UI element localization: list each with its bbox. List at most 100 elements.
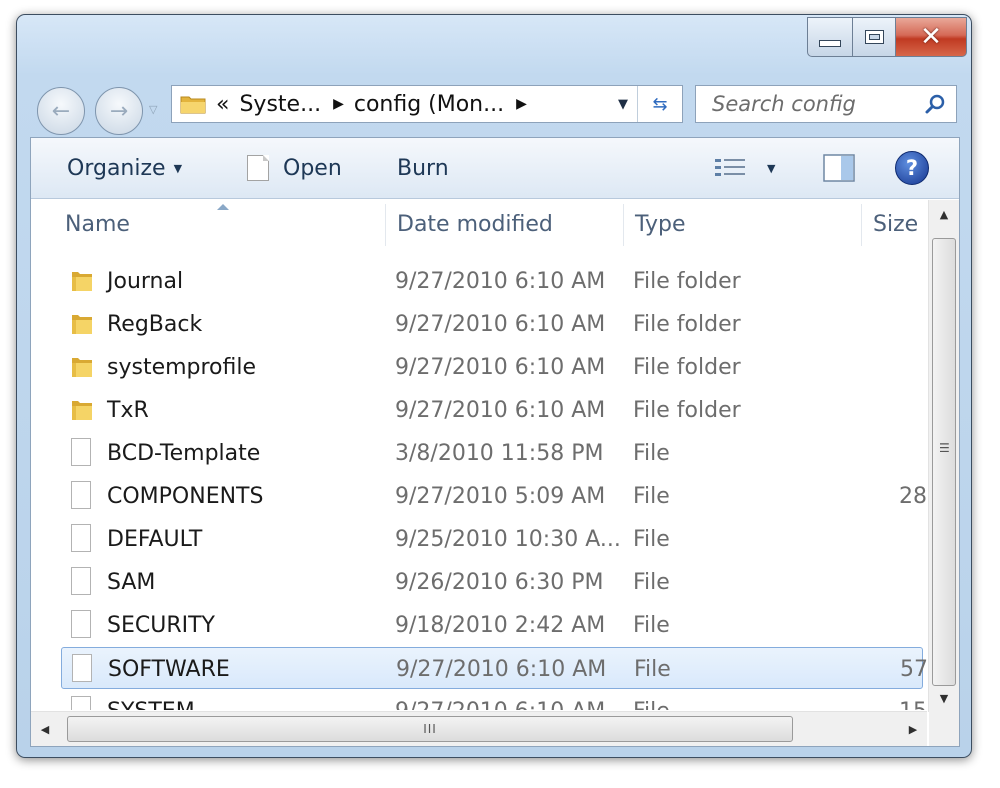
column-size[interactable]: Size: [873, 200, 918, 248]
file-date: 9/27/2010 6:10 AM: [396, 656, 607, 682]
horizontal-scroll-thumb[interactable]: III: [67, 716, 793, 742]
file-type: File: [634, 656, 671, 682]
scroll-left-icon[interactable]: ◀: [31, 712, 59, 746]
column-name[interactable]: Name: [65, 200, 130, 248]
file-list: Journal 9/27/2010 6:10 AM File folder Re…: [31, 260, 927, 710]
chevron-down-icon: ▼: [173, 161, 183, 175]
file-icon: [71, 438, 91, 466]
file-name: COMPONENTS: [107, 483, 264, 509]
column-divider[interactable]: [623, 204, 624, 246]
folder-icon: [72, 401, 92, 420]
list-item[interactable]: TxR 9/27/2010 6:10 AM File folder: [61, 389, 923, 431]
scroll-up-icon[interactable]: ▲: [929, 200, 959, 228]
column-divider[interactable]: [861, 204, 862, 246]
file-type: File: [633, 483, 670, 509]
content-pane: Organize ▼ Open Burn ▼ ? Name Date modif…: [30, 137, 960, 747]
chevron-right-icon[interactable]: ▶: [333, 96, 344, 112]
details-view-icon: [715, 159, 745, 176]
file-date: 9/26/2010 6:30 PM: [395, 569, 604, 595]
file-date: 9/27/2010 6:10 AM: [395, 268, 606, 294]
list-item[interactable]: BCD-Template 3/8/2010 11:58 PM File: [61, 432, 923, 474]
address-bar[interactable]: « Syste... ▶ config (Mon... ▶ ▼ ⇆: [171, 85, 683, 123]
folder-icon: [72, 358, 92, 377]
document-icon: [247, 155, 269, 181]
file-date: 9/27/2010 6:10 AM: [395, 311, 606, 337]
organize-label: Organize: [67, 155, 166, 181]
recent-pages-dropdown[interactable]: ▽: [149, 103, 157, 116]
breadcrumb-item-system[interactable]: Syste... ▶: [239, 92, 343, 117]
forward-button[interactable]: →: [95, 87, 143, 135]
horizontal-scrollbar[interactable]: ◀ III ▶: [31, 711, 927, 746]
list-item[interactable]: SAM 9/26/2010 6:30 PM File: [61, 561, 923, 603]
file-name: systemprofile: [107, 354, 257, 380]
file-type: File: [633, 690, 670, 711]
file-date: 9/27/2010 6:10 AM: [395, 397, 606, 423]
list-item[interactable]: SECURITY 9/18/2010 2:42 AM File: [61, 604, 923, 646]
folder-icon: [72, 272, 92, 291]
file-date: 9/25/2010 10:30 A...: [395, 526, 621, 552]
change-view-button[interactable]: ▼: [715, 138, 775, 198]
list-item[interactable]: systemprofile 9/27/2010 6:10 AM File fol…: [61, 346, 923, 388]
file-name: SOFTWARE: [108, 656, 230, 682]
file-name: SYSTEM: [107, 690, 195, 711]
close-button[interactable]: ✕: [896, 17, 967, 57]
file-name: RegBack: [107, 311, 203, 337]
refresh-button[interactable]: ⇆: [637, 86, 682, 122]
open-button[interactable]: Open: [247, 138, 342, 198]
chevron-right-icon[interactable]: ▶: [516, 96, 527, 112]
breadcrumb-overflow[interactable]: «: [216, 92, 229, 117]
file-type: File: [633, 612, 670, 638]
list-item[interactable]: SYSTEM 9/27/2010 6:10 AM File 15: [61, 690, 927, 711]
caption-buttons: ✕: [807, 17, 967, 57]
search-input[interactable]: [710, 91, 914, 117]
refresh-icon: ⇆: [652, 93, 668, 115]
preview-pane-icon: [823, 154, 855, 182]
file-type: File: [633, 526, 670, 552]
file-type: File folder: [633, 354, 741, 380]
file-name: DEFAULT: [107, 526, 203, 552]
column-date-modified[interactable]: Date modified: [397, 200, 553, 248]
back-button[interactable]: ←: [37, 87, 85, 135]
file-date: 9/27/2010 6:10 AM: [395, 690, 605, 711]
file-name: SAM: [107, 569, 156, 595]
file-date: 9/27/2010 6:10 AM: [395, 354, 606, 380]
scroll-down-icon[interactable]: ▼: [929, 684, 959, 712]
file-type: File folder: [633, 268, 741, 294]
file-type: File folder: [633, 397, 741, 423]
organize-button[interactable]: Organize ▼: [67, 138, 182, 198]
maximize-button[interactable]: [853, 17, 896, 57]
minimize-button[interactable]: [807, 17, 853, 57]
list-item[interactable]: RegBack 9/27/2010 6:10 AM File folder: [61, 303, 923, 345]
grip-icon: III: [423, 722, 437, 736]
forward-arrow-icon: →: [109, 98, 129, 124]
sort-ascending-icon: [217, 204, 229, 210]
column-type[interactable]: Type: [635, 200, 686, 248]
help-button[interactable]: ?: [895, 138, 929, 198]
folder-icon: [72, 315, 92, 334]
vertical-scrollbar[interactable]: ▲ ☰ ▼: [928, 200, 959, 712]
search-box[interactable]: [695, 85, 957, 123]
list-item-selected[interactable]: SOFTWARE 9/27/2010 6:10 AM File 57: [61, 647, 927, 689]
breadcrumb-label: Syste...: [239, 91, 322, 117]
list-item[interactable]: Journal 9/27/2010 6:10 AM File folder: [61, 260, 923, 302]
vertical-scroll-thumb[interactable]: ☰: [932, 238, 956, 686]
column-header: Name Date modified Type Size: [31, 200, 927, 248]
breadcrumb-label: config (Mon...: [353, 91, 505, 117]
search-icon[interactable]: [924, 93, 946, 115]
file-icon: [71, 524, 91, 552]
minimize-icon: [819, 39, 841, 47]
column-divider[interactable]: [385, 204, 386, 246]
file-date: 9/18/2010 2:42 AM: [395, 612, 606, 638]
address-dropdown-icon[interactable]: ▼: [618, 86, 628, 122]
scroll-right-icon[interactable]: ▶: [899, 712, 927, 746]
chevron-down-icon[interactable]: ▼: [767, 162, 775, 175]
list-item[interactable]: DEFAULT 9/25/2010 10:30 A... File: [61, 518, 923, 560]
file-icon: [71, 696, 91, 710]
preview-pane-button[interactable]: [823, 138, 855, 198]
breadcrumb-item-config[interactable]: config (Mon... ▶: [354, 92, 527, 117]
open-label: Open: [283, 155, 342, 181]
file-date: 3/8/2010 11:58 PM: [395, 440, 604, 466]
list-item[interactable]: COMPONENTS 9/27/2010 5:09 AM File 28: [61, 475, 927, 517]
burn-button[interactable]: Burn: [397, 138, 449, 198]
scrollbar-corner: [929, 712, 959, 746]
